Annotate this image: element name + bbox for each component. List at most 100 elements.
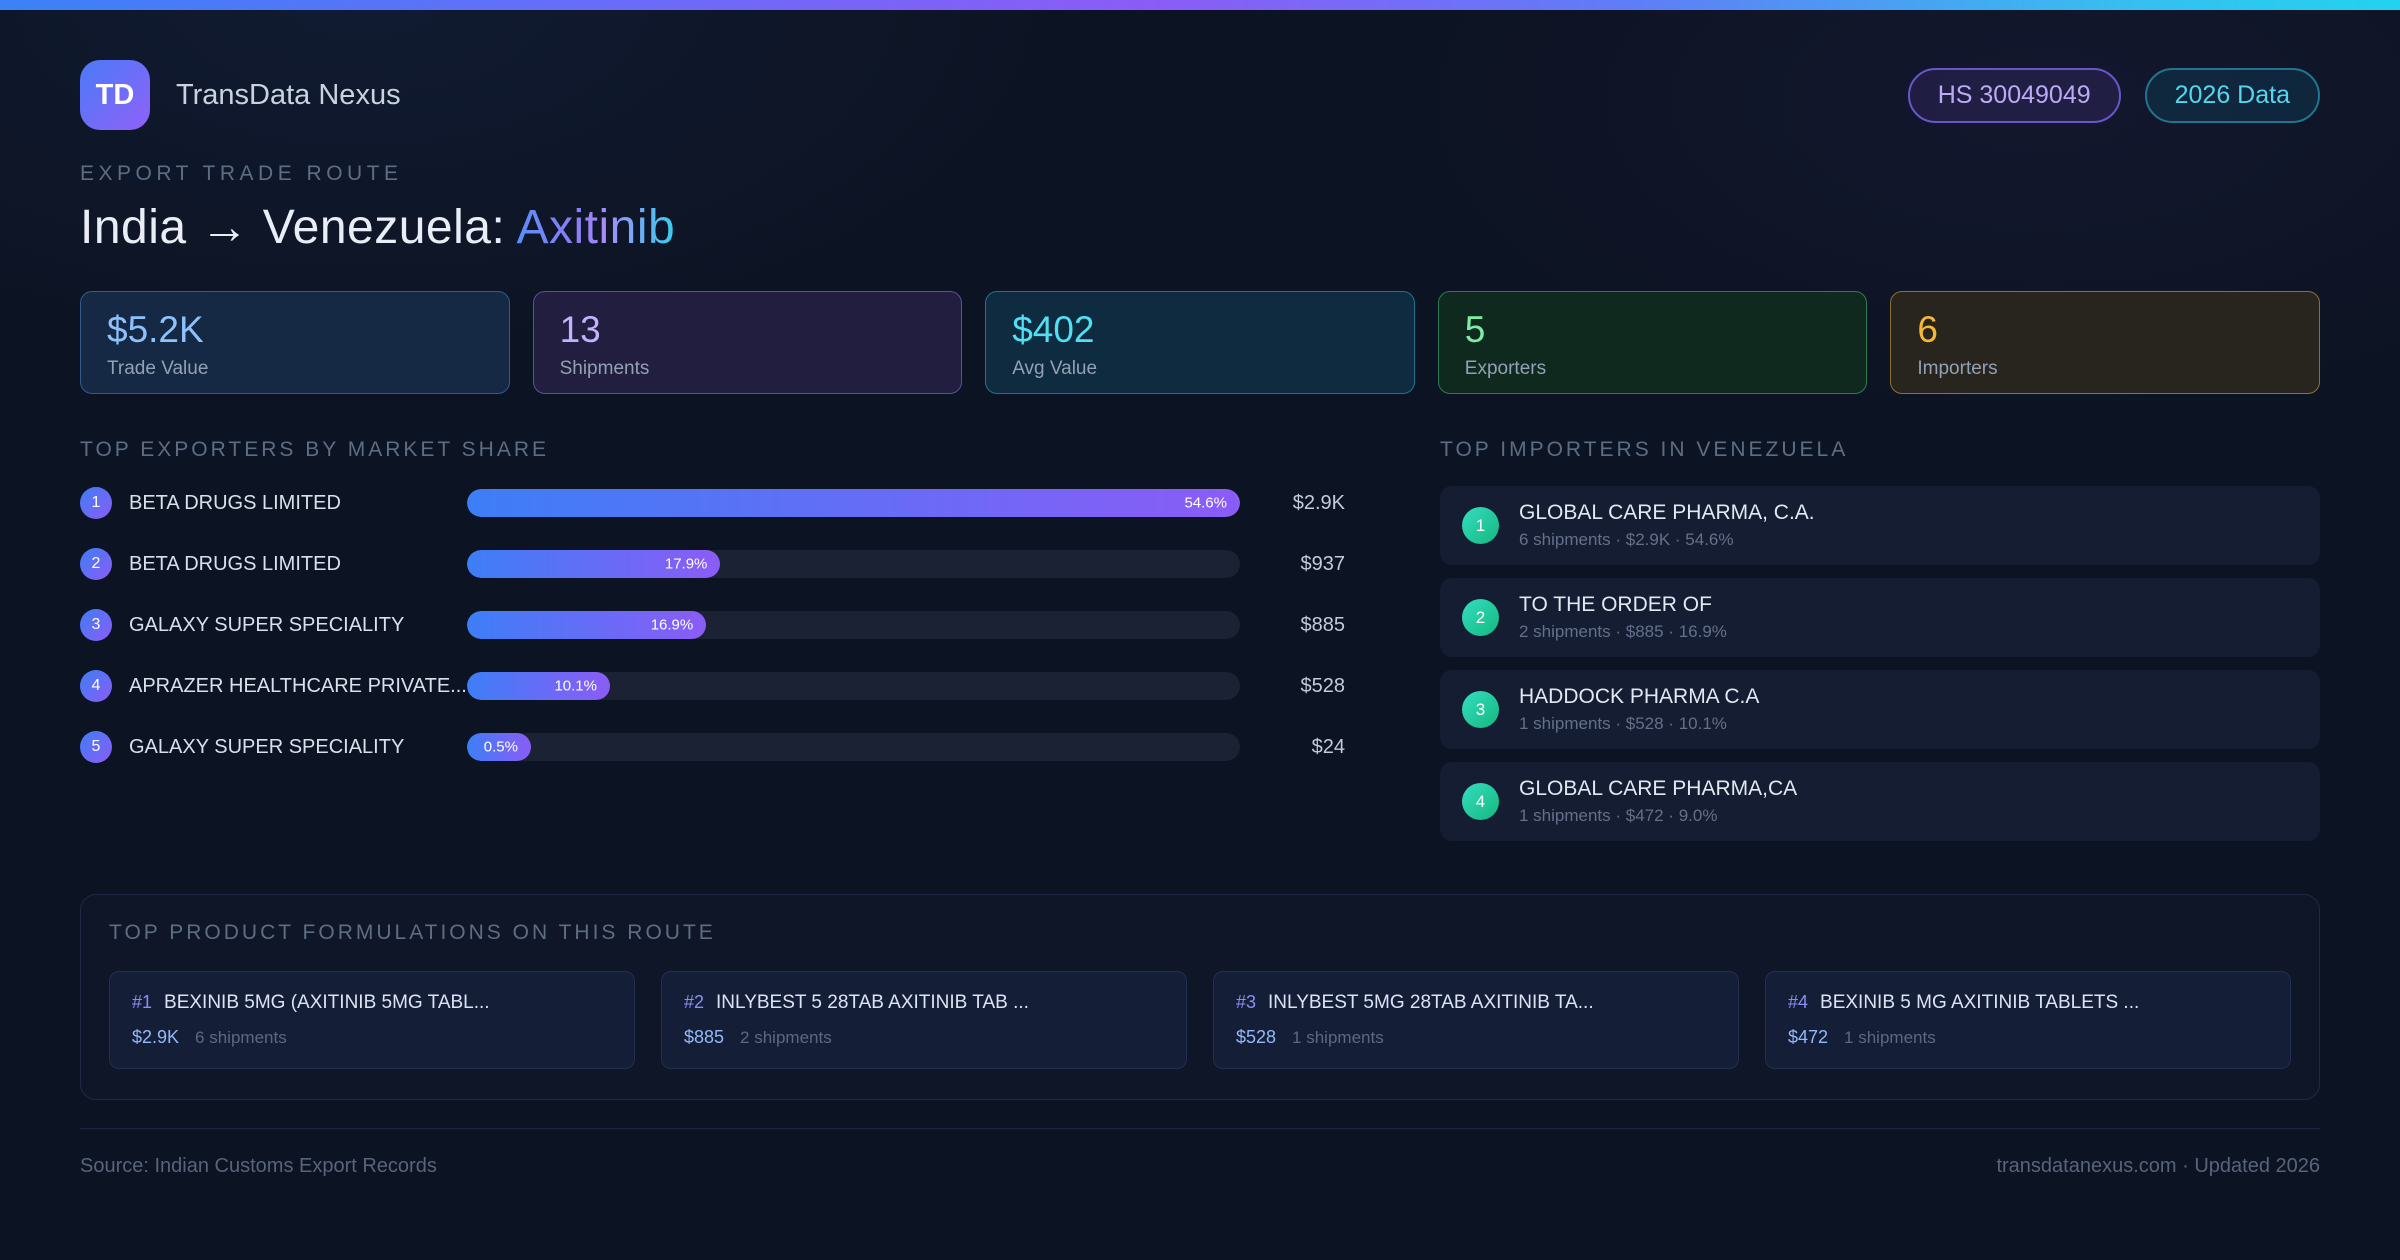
exporter-name[interactable]: APRAZER HEALTHCARE PRIVATE... [129,675,467,698]
product-value: $885 [684,1027,725,1047]
importer-item[interactable]: 1 GLOBAL CARE PHARMA, C.A. 6 shipments ·… [1440,486,2320,565]
importer-detail: 1 shipments · $472 · 9.0% [1519,806,1718,825]
brand-name: TransData Nexus [176,78,401,111]
exporter-rank-badge: 4 [80,670,112,702]
stat-label: Trade Value [107,358,209,379]
importers-list: 1 GLOBAL CARE PHARMA, C.A. 6 shipments ·… [1440,486,2320,841]
exporter-rank-badge: 2 [80,548,112,580]
stats-row: $5.2K Trade Value 13 Shipments $402 Avg … [80,291,2320,394]
stat-label: Shipments [559,358,650,379]
header-badges: HS 30049049 2026 Data [1907,67,2320,123]
importer-item[interactable]: 2 TO THE ORDER OF 2 shipments · $885 · 1… [1440,578,2320,657]
product-rank: #1 [132,992,153,1012]
stat-card: $402 Avg Value [985,291,1415,394]
share-percent-label: 16.9% [650,616,694,634]
exporter-value: $528 [1300,674,1346,697]
year-badge: 2026 Data [2144,67,2320,123]
page-title: India → Venezuela: Axitinib [80,200,2320,255]
product-shipments: 1 shipments [1844,1028,1936,1047]
product-name: BEXINIB 5MG (AXITINIB 5MG TABL... [164,992,490,1013]
share-percent-label: 10.1% [554,677,597,695]
importer-rank-badge: 3 [1462,691,1499,728]
stat-value: $5.2K [107,309,204,350]
share-bar-fill: 16.9% [467,611,707,639]
product-rank: #3 [1236,992,1257,1012]
importer-rank-badge: 4 [1462,783,1499,820]
share-percent-label: 54.6% [1184,494,1227,512]
exporter-value: $24 [1311,735,1345,758]
share-bar-track: 0.5% [467,733,1240,761]
route-type-label: EXPORT TRADE ROUTE [80,162,403,185]
share-bar-fill: 54.6% [467,489,1240,517]
stat-label: Avg Value [1012,358,1098,379]
stat-value: $402 [1012,309,1095,350]
product-card[interactable]: #3 INLYBEST 5MG 28TAB AXITINIB TA... $52… [1213,971,1739,1069]
products-heading: TOP PRODUCT FORMULATIONS ON THIS ROUTE [109,921,716,944]
importer-info: HADDOCK PHARMA C.A 1 shipments · $528 · … [1519,685,1759,734]
exporter-row: 5 GALAXY SUPER SPECIALITY 0.5% $24 [80,731,1345,763]
product-value: $472 [1788,1027,1829,1047]
importer-info: GLOBAL CARE PHARMA, C.A. 6 shipments · $… [1519,501,1815,550]
importers-heading: TOP IMPORTERS IN VENEZUELA [1440,438,1849,461]
exporters-chart: 1 BETA DRUGS LIMITED 54.6% $2.9K 2 BETA … [80,487,1346,763]
products-list: #1 BEXINIB 5MG (AXITINIB 5MG TABL... $2.… [109,971,2291,1069]
importer-info: GLOBAL CARE PHARMA,CA 1 shipments · $472… [1519,777,1797,826]
importer-item[interactable]: 4 GLOBAL CARE PHARMA,CA 1 shipments · $4… [1440,762,2320,841]
product-title-line: #3 INLYBEST 5MG 28TAB AXITINIB TA... [1236,992,1716,1014]
exporters-heading: TOP EXPORTERS BY MARKET SHARE [80,438,550,461]
importer-item[interactable]: 3 HADDOCK PHARMA C.A 1 shipments · $528 … [1440,670,2320,749]
product-title-line: #4 BEXINIB 5 MG AXITINIB TABLETS ... [1788,992,2268,1014]
product-card[interactable]: #4 BEXINIB 5 MG AXITINIB TABLETS ... $47… [1765,971,2291,1069]
exporter-row: 3 GALAXY SUPER SPECIALITY 16.9% $885 [80,609,1346,641]
footer-site: transdatanexus.com · Updated 2026 [1996,1155,2320,1177]
share-bar-track: 10.1% [467,672,1240,700]
exporter-value: $937 [1300,552,1346,575]
app-header: TD TransData Nexus HS 30049049 2026 Data [80,60,2320,130]
importer-rank-badge: 1 [1462,507,1499,544]
product-value: $2.9K [132,1027,180,1047]
importer-rank-badge: 2 [1462,599,1499,636]
title-main: India → Venezuela: [80,201,517,254]
share-bar-track: 16.9% [467,611,1240,639]
stat-card: 13 Shipments [532,291,963,394]
exporter-value: $885 [1300,613,1346,636]
importer-detail: 2 shipments · $885 · 16.9% [1519,622,1727,641]
product-name: BEXINIB 5 MG AXITINIB TABLETS ... [1820,992,2140,1013]
footer-source: Source: Indian Customs Export Records [80,1155,437,1177]
exporter-name[interactable]: BETA DRUGS LIMITED [129,492,467,515]
importer-name: GLOBAL CARE PHARMA,CA [1519,777,1798,800]
stat-card: 6 Importers [1890,291,2320,394]
exporter-row: 2 BETA DRUGS LIMITED 17.9% $937 [80,548,1346,580]
share-bar-track: 17.9% [467,550,1240,578]
importer-detail: 1 shipments · $528 · 10.1% [1519,714,1727,733]
stat-card: $5.2K Trade Value [80,291,510,394]
logo-text: TD [95,78,135,111]
products-panel: TOP PRODUCT FORMULATIONS ON THIS ROUTE #… [80,894,2320,1100]
exporter-rank-badge: 3 [80,609,112,641]
exporter-name[interactable]: GALAXY SUPER SPECIALITY [129,736,467,759]
brand: TD TransData Nexus [80,60,401,130]
share-percent-label: 0.5% [483,738,518,756]
stat-value: 13 [559,309,601,350]
exporter-value: $2.9K [1292,491,1345,514]
product-card[interactable]: #1 BEXINIB 5MG (AXITINIB 5MG TABL... $2.… [109,971,635,1069]
share-percent-label: 17.9% [664,555,708,573]
product-name: INLYBEST 5MG 28TAB AXITINIB TA... [1268,992,1594,1013]
share-bar-fill: 10.1% [467,672,610,700]
stat-card: 5 Exporters [1437,291,1868,394]
product-value: $528 [1236,1027,1277,1047]
share-bar-fill: 0.5% [467,733,531,761]
top-accent-bar [0,0,2400,10]
product-title-line: #2 INLYBEST 5 28TAB AXITINIB TAB ... [684,992,1164,1014]
importers-section: TOP IMPORTERS IN VENEZUELA 1 GLOBAL CARE… [1440,438,2320,854]
main-content: TOP EXPORTERS BY MARKET SHARE 1 BETA DRU… [80,438,2320,854]
exporter-name[interactable]: GALAXY SUPER SPECIALITY [129,614,467,637]
app-logo: TD [80,60,150,130]
product-rank: #2 [684,992,705,1012]
product-meta-line: $2.9K 6 shipments [132,1027,612,1048]
exporter-name[interactable]: BETA DRUGS LIMITED [129,553,467,576]
stat-value: 6 [1917,309,1938,350]
exporter-row: 4 APRAZER HEALTHCARE PRIVATE... 10.1% $5… [80,670,1346,702]
product-card[interactable]: #2 INLYBEST 5 28TAB AXITINIB TAB ... $88… [661,971,1187,1069]
title-accent: Axitinib [516,201,676,254]
